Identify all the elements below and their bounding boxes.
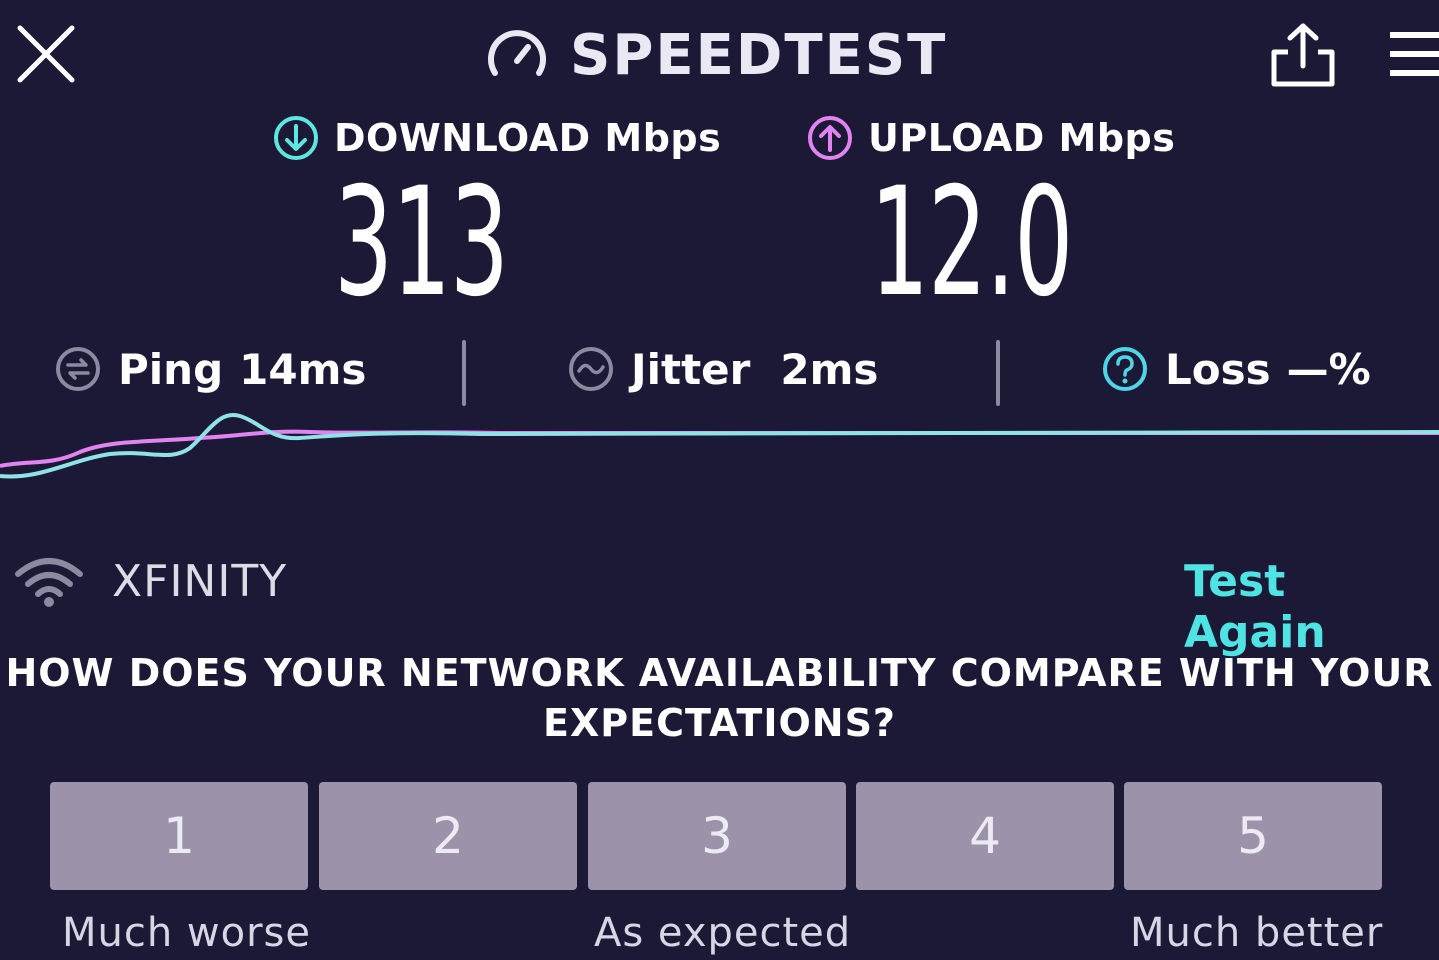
network-name: XFINITY: [112, 556, 288, 607]
close-icon[interactable]: [14, 22, 78, 86]
app-title: SPEEDTEST: [570, 22, 948, 88]
download-label: DOWNLOAD Mbps: [334, 116, 722, 160]
scale-label-high: Much better: [1130, 910, 1384, 956]
jitter-stat: Jitter 2ms: [567, 336, 878, 402]
download-value: 313: [334, 156, 509, 330]
speed-graph: [0, 412, 1439, 479]
loss-value: —%: [1286, 344, 1371, 394]
ping-icon: [56, 347, 100, 391]
stat-divider: [996, 340, 1000, 406]
download-icon: [274, 116, 318, 160]
upload-value: 12.0: [870, 156, 1073, 330]
test-again-button[interactable]: Test Again: [1184, 556, 1439, 658]
speedometer-icon: [488, 30, 546, 76]
loss-label: Loss: [1165, 344, 1271, 394]
app-brand: SPEEDTEST: [486, 20, 947, 90]
scale-label-mid: As expected: [594, 910, 852, 956]
rating-button-3[interactable]: 3: [588, 782, 846, 890]
rating-button-2[interactable]: 2: [319, 782, 577, 890]
upload-label: UPLOAD Mbps: [868, 116, 1176, 160]
rating-button-4[interactable]: 4: [856, 782, 1114, 890]
survey-question: HOW DOES YOUR NETWORK AVAILABILITY COMPA…: [5, 651, 1434, 745]
scale-label-low: Much worse: [62, 910, 312, 956]
rating-button-1[interactable]: 1: [50, 782, 308, 890]
wifi-icon: [15, 558, 83, 607]
stat-divider: [462, 340, 466, 406]
ping-stat: Ping 14ms: [54, 336, 366, 402]
hamburger-menu-icon[interactable]: [1386, 26, 1439, 82]
question-circle-icon[interactable]: [1101, 345, 1149, 393]
loss-stat: Loss —%: [1101, 336, 1371, 402]
ping-label: Ping: [118, 344, 224, 394]
upload-graph-line: [0, 429, 1439, 468]
download-graph-line: [0, 412, 1439, 479]
rating-button-5[interactable]: 5: [1124, 782, 1382, 890]
jitter-icon: [569, 347, 613, 391]
upload-icon: [808, 116, 852, 160]
jitter-value: 2ms: [780, 344, 879, 394]
share-icon[interactable]: [1268, 22, 1338, 88]
jitter-label: Jitter: [631, 344, 751, 394]
ping-value: 14ms: [239, 344, 367, 394]
